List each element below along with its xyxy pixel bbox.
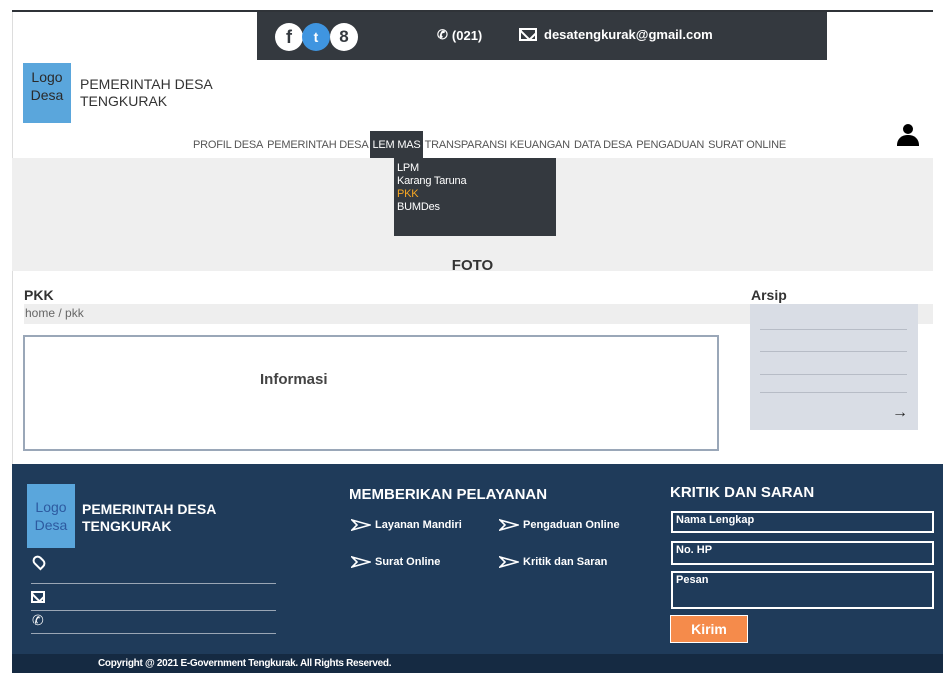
- lem-mas-dropdown: LPM Karang Taruna PKK BUMDes: [394, 158, 556, 236]
- brand-line-1: PEMERINTAH DESA: [80, 76, 213, 92]
- footer-logo[interactable]: Logo Desa: [27, 484, 75, 548]
- arsip-panel: →: [750, 304, 918, 430]
- nav-item-pemerintah-desa[interactable]: PEMERINTAH DESA: [265, 131, 370, 159]
- dropdown-item-karang-taruna[interactable]: Karang Taruna: [397, 175, 553, 188]
- arsip-divider: [760, 329, 907, 330]
- service-label: Kritik dan Saran: [523, 556, 608, 568]
- footer-divider: [31, 583, 276, 584]
- name-field[interactable]: Nama Lengkap: [671, 511, 934, 533]
- kritik-saran-title: KRITIK DAN SARAN: [670, 484, 815, 501]
- phone-number: (021): [451, 27, 483, 43]
- footer-divider: [31, 633, 276, 634]
- mail-icon: [31, 591, 45, 603]
- service-layanan-mandiri[interactable]: Layanan Mandiri: [351, 519, 462, 531]
- arsip-next-arrow-icon[interactable]: →: [892, 404, 908, 422]
- page-title: PKK: [24, 287, 54, 303]
- arrow-right-icon: [351, 519, 371, 531]
- top-contact-bar: f t 8 ✆ (021) desatengkurak@gmail.com: [257, 12, 827, 60]
- location-pin-icon: [30, 553, 48, 571]
- main-nav: PROFIL DESA PEMERINTAH DESA LEM MAS TRAN…: [191, 131, 788, 159]
- footer-brand: PEMERINTAH DESA TENGKURAK: [82, 501, 216, 535]
- twitter-icon[interactable]: t: [302, 23, 330, 51]
- arsip-title: Arsip: [751, 287, 787, 303]
- user-icon[interactable]: [897, 124, 919, 146]
- google-plus-icon[interactable]: 8: [330, 23, 358, 51]
- nav-item-surat-online[interactable]: SURAT ONLINE: [706, 131, 788, 159]
- arrow-right-icon: [499, 519, 519, 531]
- service-label: Surat Online: [375, 556, 441, 568]
- brand-line-2: TENGKURAK: [80, 93, 168, 109]
- nav-item-profil-desa[interactable]: PROFIL DESA: [191, 131, 265, 159]
- footer-logo-line-1: Logo: [35, 499, 67, 515]
- logo-text-line-2: Desa: [30, 87, 64, 103]
- services-title: MEMBERIKAN PELAYANAN: [349, 486, 548, 503]
- facebook-icon[interactable]: f: [275, 23, 303, 51]
- email-contact[interactable]: desatengkurak@gmail.com: [519, 27, 713, 42]
- page: f t 8 ✆ (021) desatengkurak@gmail.com Lo…: [0, 0, 943, 673]
- phone-field[interactable]: No. HP: [671, 541, 934, 565]
- nav-item-transparansi-keuangan[interactable]: TRANSPARANSI KEUANGAN: [423, 131, 572, 159]
- informasi-label: Informasi: [260, 371, 328, 388]
- informasi-box: Informasi: [23, 335, 719, 451]
- arsip-divider: [760, 392, 907, 393]
- service-surat-online[interactable]: Surat Online: [351, 556, 440, 568]
- dropdown-item-bumdes[interactable]: BUMDes: [397, 201, 553, 214]
- logo-text-line-1: Logo: [31, 69, 63, 85]
- logo[interactable]: Logo Desa: [23, 63, 71, 123]
- arsip-divider: [760, 351, 907, 352]
- arrow-right-icon: [351, 556, 371, 568]
- dropdown-item-lpm[interactable]: LPM: [397, 162, 553, 175]
- footer-brand-line-2: TENGKURAK: [82, 518, 172, 534]
- message-field[interactable]: Pesan: [671, 571, 934, 609]
- footer: Logo Desa PEMERINTAH DESA TENGKURAK ✆ ME…: [12, 464, 943, 654]
- kirim-button[interactable]: Kirim: [670, 615, 748, 643]
- service-pengaduan-online[interactable]: Pengaduan Online: [499, 519, 620, 531]
- mail-icon: [519, 28, 537, 41]
- phone-icon: ✆: [32, 612, 44, 628]
- service-label: Layanan Mandiri: [375, 519, 462, 531]
- copyright: Copyright @ 2021 E-Government Tengkurak.…: [12, 654, 943, 673]
- service-kritik-dan-saran[interactable]: Kritik dan Saran: [499, 556, 607, 568]
- footer-brand-line-1: PEMERINTAH DESA: [82, 501, 217, 517]
- phone-icon: ✆: [437, 27, 448, 42]
- arsip-divider: [760, 374, 907, 375]
- phone-contact: ✆ (021): [437, 27, 482, 43]
- dropdown-item-pkk[interactable]: PKK: [397, 188, 553, 201]
- hero-label: FOTO: [451, 257, 494, 274]
- nav-item-data-desa[interactable]: DATA DESA: [572, 131, 634, 159]
- arrow-right-icon: [499, 556, 519, 568]
- service-label: Pengaduan Online: [523, 519, 620, 531]
- site-brand[interactable]: PEMERINTAH DESA TENGKURAK: [80, 76, 213, 110]
- nav-item-pengaduan[interactable]: PENGADUAN: [634, 131, 706, 159]
- email-address[interactable]: desatengkurak@gmail.com: [544, 27, 713, 42]
- footer-divider: [31, 610, 276, 611]
- footer-logo-line-2: Desa: [34, 517, 68, 533]
- nav-item-lem-mas[interactable]: LEM MAS: [370, 131, 423, 159]
